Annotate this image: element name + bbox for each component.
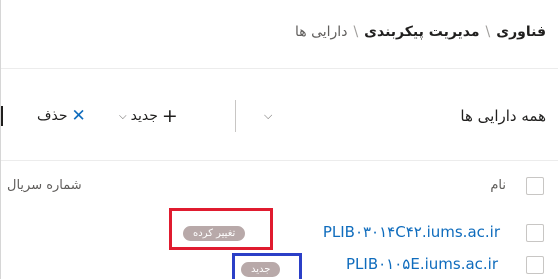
breadcrumb-separator: \ <box>485 24 491 40</box>
column-header-serial[interactable]: شماره سریال <box>7 178 82 193</box>
asset-name-link[interactable]: PLIB۰۱۰۵E.iums.ac.ir <box>346 255 498 273</box>
column-header-name[interactable]: نام <box>490 178 506 193</box>
table-header: نام شماره سریال <box>1 174 558 200</box>
row-checkbox[interactable] <box>526 256 544 274</box>
highlight-box-new <box>232 253 302 279</box>
table-row[interactable]: PLIB۰۳۰۱۴C۴۲.iums.ac.ir تغییر کرده <box>1 219 558 249</box>
chevron-down-icon[interactable]: ⌵ <box>119 111 127 122</box>
overflow-edge <box>1 106 3 126</box>
new-button[interactable]: + جدید ⌵ <box>111 88 178 144</box>
chevron-down-icon: ⌵ <box>264 109 273 122</box>
delete-button-label: حذف <box>37 108 68 124</box>
divider <box>1 160 558 161</box>
asset-name-link[interactable]: PLIB۰۳۰۱۴C۴۲.iums.ac.ir <box>323 223 500 241</box>
new-button-label: جدید <box>130 108 158 124</box>
breadcrumb-item-technology[interactable]: فناوری <box>496 24 546 40</box>
view-selector[interactable]: همه دارایی ها ⌵ <box>256 88 546 144</box>
add-icon: + <box>161 104 178 127</box>
assets-panel: فناوری \ مدیریت پیکربندی \ دارایی ها همه… <box>0 0 558 279</box>
close-icon: ✕ <box>71 105 86 126</box>
breadcrumb: فناوری \ مدیریت پیکربندی \ دارایی ها <box>295 24 546 40</box>
divider <box>1 68 558 69</box>
row-checkbox[interactable] <box>526 224 544 242</box>
highlight-box-modified <box>169 208 273 250</box>
toolbar-divider <box>235 100 236 132</box>
breadcrumb-separator: \ <box>353 24 359 40</box>
command-bar: همه دارایی ها ⌵ + جدید ⌵ ✕ حذف <box>1 88 558 144</box>
delete-button[interactable]: ✕ حذف <box>37 88 86 144</box>
view-selector-label: همه دارایی ها <box>460 107 546 125</box>
select-all-checkbox[interactable] <box>526 177 544 195</box>
breadcrumb-item-configuration-management[interactable]: مدیریت پیکربندی <box>364 24 479 40</box>
breadcrumb-item-assets: دارایی ها <box>294 24 348 40</box>
